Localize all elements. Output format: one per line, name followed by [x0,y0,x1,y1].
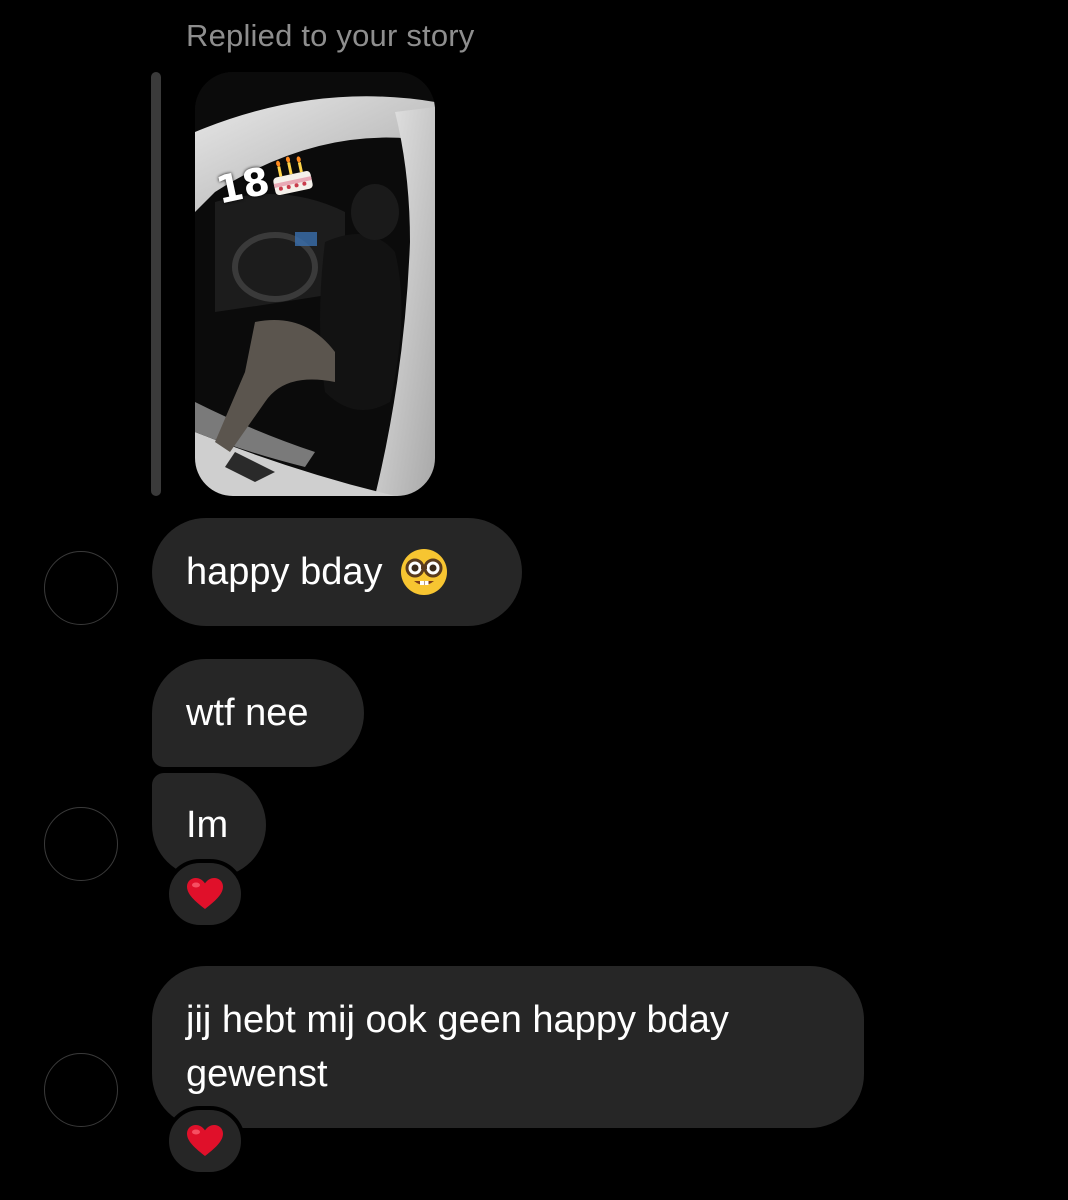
avatar[interactable] [44,551,118,625]
message-text: wtf nee [186,692,309,734]
message-bubble[interactable]: jij hebt mij ook geen happy bday gewenst [152,966,864,1128]
message-text-line: jij hebt mij ook geen happy bday [186,999,729,1041]
story-reply-label: Replied to your story [186,18,475,53]
nerd-face-emoji [400,549,447,595]
message-text-line: gewenst [186,1053,328,1095]
birthday-cake-icon [273,156,313,196]
avatar[interactable] [44,807,118,881]
message-text: happy bday [186,551,383,593]
message-text: Im [186,804,229,846]
sticker-number: 18 [212,158,274,213]
story-thumbnail[interactable]: 18 [195,72,435,496]
avatar[interactable] [44,1053,118,1127]
message-reaction[interactable] [165,1106,245,1176]
message-bubble[interactable]: wtf nee [152,659,364,767]
message-bubble[interactable]: happy bday [152,518,522,626]
heart-emoji [187,878,223,909]
heart-emoji [187,1125,223,1156]
message-reaction[interactable] [165,859,245,929]
reply-quote-bar [151,72,161,496]
chat-thread: Replied to your story 18 happy bday wtf … [0,0,1068,1200]
